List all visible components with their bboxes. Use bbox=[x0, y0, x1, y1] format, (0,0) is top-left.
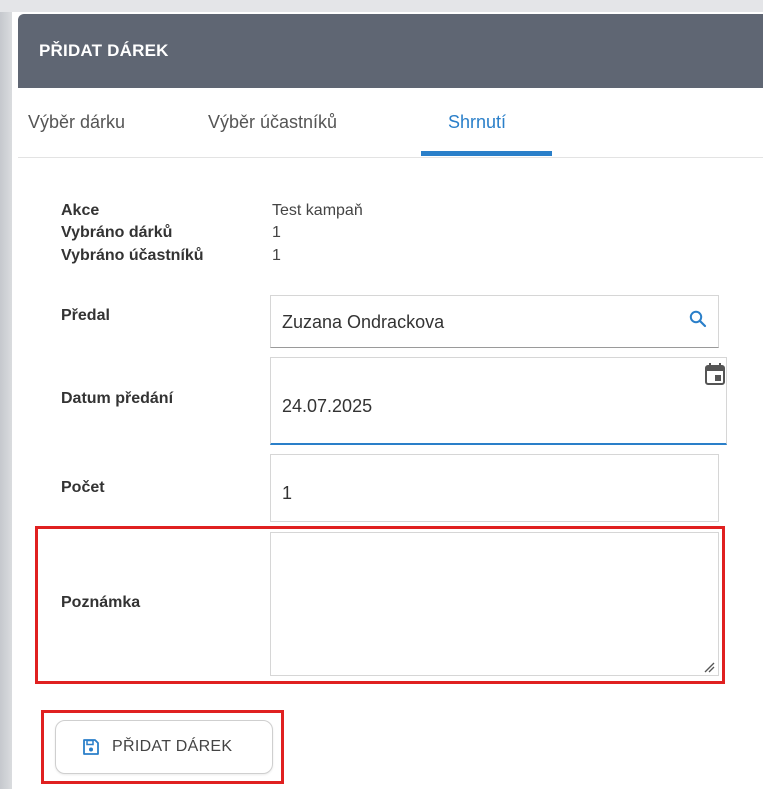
handed-by-field[interactable]: Zuzana Ondrackova bbox=[270, 295, 719, 348]
gifts-count-value: 1 bbox=[272, 224, 281, 241]
add-gift-dialog: PŘIDAT DÁREK Výběr dárku Výběr účastníků… bbox=[18, 14, 763, 789]
count-value: 1 bbox=[282, 483, 293, 503]
handed-by-label: Předal bbox=[61, 307, 110, 324]
action-value: Test kampaň bbox=[272, 202, 363, 219]
count-field[interactable]: 1 bbox=[270, 454, 719, 522]
add-gift-button-label: PŘIDAT DÁREK bbox=[112, 738, 233, 755]
tab-bar: Výběr dárku Výběr účastníků Shrnutí bbox=[18, 88, 763, 158]
calendar-icon[interactable] bbox=[704, 362, 726, 386]
handed-by-value: Zuzana Ondrackova bbox=[282, 312, 445, 332]
participants-count-value: 1 bbox=[272, 247, 281, 264]
action-label: Akce bbox=[61, 202, 100, 219]
tab-participant-selection[interactable]: Výběr účastníků bbox=[208, 112, 337, 133]
tab-summary[interactable]: Shrnutí bbox=[448, 112, 506, 133]
handover-date-label: Datum předání bbox=[61, 390, 174, 407]
search-icon[interactable] bbox=[688, 309, 708, 329]
count-label: Počet bbox=[61, 479, 105, 496]
note-label: Poznámka bbox=[61, 594, 141, 611]
dialog-title: PŘIDAT DÁREK bbox=[39, 41, 169, 60]
dialog-header: PŘIDAT DÁREK bbox=[18, 14, 763, 88]
handover-date-value: 24.07.2025 bbox=[282, 396, 373, 416]
resize-handle-icon[interactable] bbox=[703, 660, 715, 673]
save-icon bbox=[82, 738, 100, 756]
note-textarea[interactable] bbox=[270, 532, 719, 676]
background-left-edge bbox=[0, 0, 12, 789]
gifts-count-label: Vybráno dárků bbox=[61, 224, 173, 241]
add-gift-button[interactable]: PŘIDAT DÁREK bbox=[55, 720, 273, 774]
handover-date-field[interactable]: 24.07.2025 bbox=[270, 357, 727, 445]
participants-count-label: Vybráno účastníků bbox=[61, 247, 204, 264]
tab-gift-selection[interactable]: Výběr dárku bbox=[28, 112, 125, 133]
active-tab-indicator bbox=[421, 151, 552, 156]
background-top-edge bbox=[0, 0, 763, 12]
